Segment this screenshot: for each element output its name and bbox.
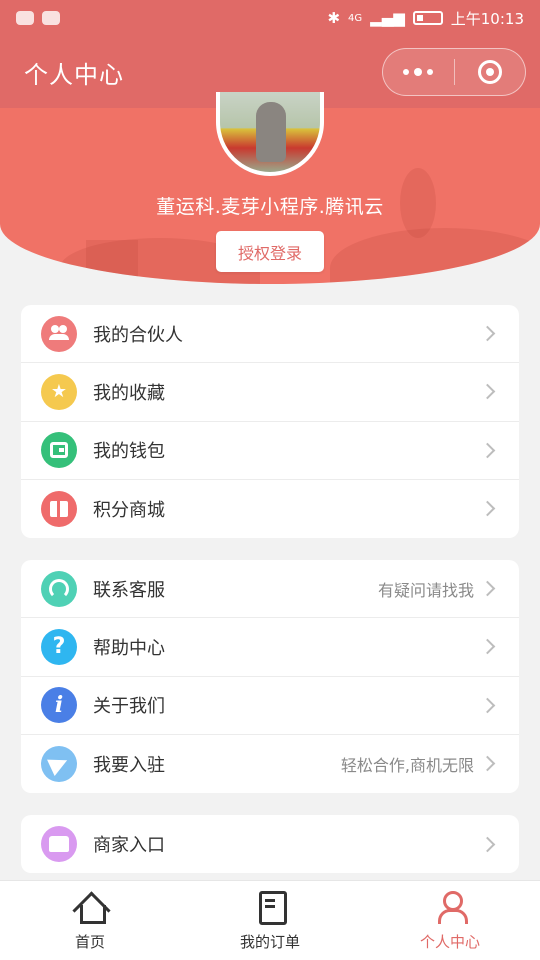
people-icon — [41, 315, 77, 352]
user-name: 董运科.麦芽小程序.腾讯云 — [156, 196, 384, 218]
more-dot-icon — [403, 69, 410, 75]
home-icon — [73, 889, 107, 924]
authorize-login-button[interactable]: 授权登录 — [216, 231, 324, 272]
user-icon — [433, 889, 468, 924]
order-icon — [253, 889, 287, 925]
chevron-right-icon — [479, 836, 496, 852]
status-time: 上午10:13 — [450, 9, 524, 28]
tab-home[interactable]: 首页 — [0, 881, 180, 960]
bluetooth-icon: ✱ — [327, 9, 341, 27]
menu-item-about-us[interactable]: i 关于我们 — [21, 677, 519, 735]
menu-item-join[interactable]: 我要入驻 轻松合作,商机无限 — [21, 735, 519, 793]
tab-label: 个人中心 — [419, 933, 480, 951]
wechat-notification-icon — [16, 11, 34, 25]
menu-item-label: 商家入口 — [93, 835, 165, 856]
menu-item-hint: 轻松合作,商机无限 — [340, 755, 474, 775]
headset-icon — [41, 570, 77, 607]
menu-item-label: 联系客服 — [93, 579, 165, 601]
status-left — [16, 11, 60, 25]
menu-item-label: 关于我们 — [93, 696, 165, 718]
menu-item-points-mall[interactable]: 积分商城 — [21, 480, 519, 538]
chevron-right-icon — [479, 756, 496, 772]
chevron-right-icon — [479, 384, 496, 400]
menu-item-wallet[interactable]: 我的钱包 — [21, 422, 519, 480]
store-icon — [41, 826, 77, 862]
menu-item-label: 我的钱包 — [93, 441, 165, 463]
menu-item-label: 我要入驻 — [93, 754, 165, 776]
status-right: ✱ 4G ▂▄▆ 上午10:13 — [327, 8, 524, 29]
menu-item-customer-service[interactable]: 联系客服 有疑问请找我 — [21, 560, 519, 619]
menu-item-label: 我的合伙人 — [93, 324, 183, 346]
more-dot-icon — [414, 68, 423, 76]
chevron-right-icon — [479, 639, 496, 655]
decor-hill — [330, 228, 540, 284]
star-icon: ★ — [41, 373, 77, 410]
menu-item-hint: 有疑问请找我 — [377, 580, 474, 600]
gift-icon — [41, 490, 77, 527]
status-bar: ✱ 4G ▂▄▆ 上午10:13 — [0, 0, 540, 36]
menu-item-help-center[interactable]: ? 帮助中心 — [21, 618, 519, 677]
tab-label: 我的订单 — [239, 933, 300, 951]
menu-item-partners[interactable]: 我的合伙人 — [21, 305, 519, 364]
menu-item-merchant-entrance[interactable]: 商家入口 — [21, 815, 519, 873]
page-title: 个人中心 — [24, 60, 124, 89]
target-close-icon — [477, 60, 502, 84]
tab-bar: 首页 我的订单 个人中心 — [0, 880, 540, 960]
miniprogram-capsule — [382, 48, 526, 96]
app-notification-icon — [42, 11, 60, 25]
chevron-right-icon — [479, 501, 496, 517]
chevron-right-icon — [479, 580, 496, 597]
paper-plane-icon — [41, 745, 77, 782]
menu-item-favorites[interactable]: ★ 我的收藏 — [21, 363, 519, 422]
battery-icon — [412, 11, 443, 25]
menu-item-label: 帮助中心 — [93, 637, 165, 659]
tab-my-orders[interactable]: 我的订单 — [180, 881, 360, 960]
chevron-right-icon — [479, 697, 496, 713]
menu-card-account: 我的合伙人 ★ 我的收藏 我的钱包 积分商城 — [21, 305, 519, 538]
menu-item-label: 我的收藏 — [93, 382, 165, 404]
question-icon: ? — [41, 628, 77, 665]
wallet-icon — [41, 432, 77, 469]
menu-card-support: 联系客服 有疑问请找我 ? 帮助中心 i 关于我们 我要入驻 轻松合作,商机无限 — [21, 560, 519, 793]
menu-card-merchant: 商家入口 — [21, 815, 519, 873]
signal-icon: ▂▄▆ — [370, 9, 405, 27]
more-dot-icon — [427, 69, 434, 75]
chevron-right-icon — [479, 325, 496, 342]
info-icon: i — [41, 687, 77, 724]
tab-personal-center[interactable]: 个人中心 — [360, 881, 540, 960]
avatar-photo-figure — [256, 102, 286, 162]
chevron-right-icon — [479, 442, 496, 458]
decor-house — [86, 240, 138, 280]
tab-label: 首页 — [74, 933, 105, 951]
more-menu-button[interactable] — [383, 49, 454, 95]
network-type: 4G — [348, 12, 363, 24]
close-miniprogram-button[interactable] — [455, 49, 526, 95]
menu-item-label: 积分商城 — [93, 499, 165, 521]
